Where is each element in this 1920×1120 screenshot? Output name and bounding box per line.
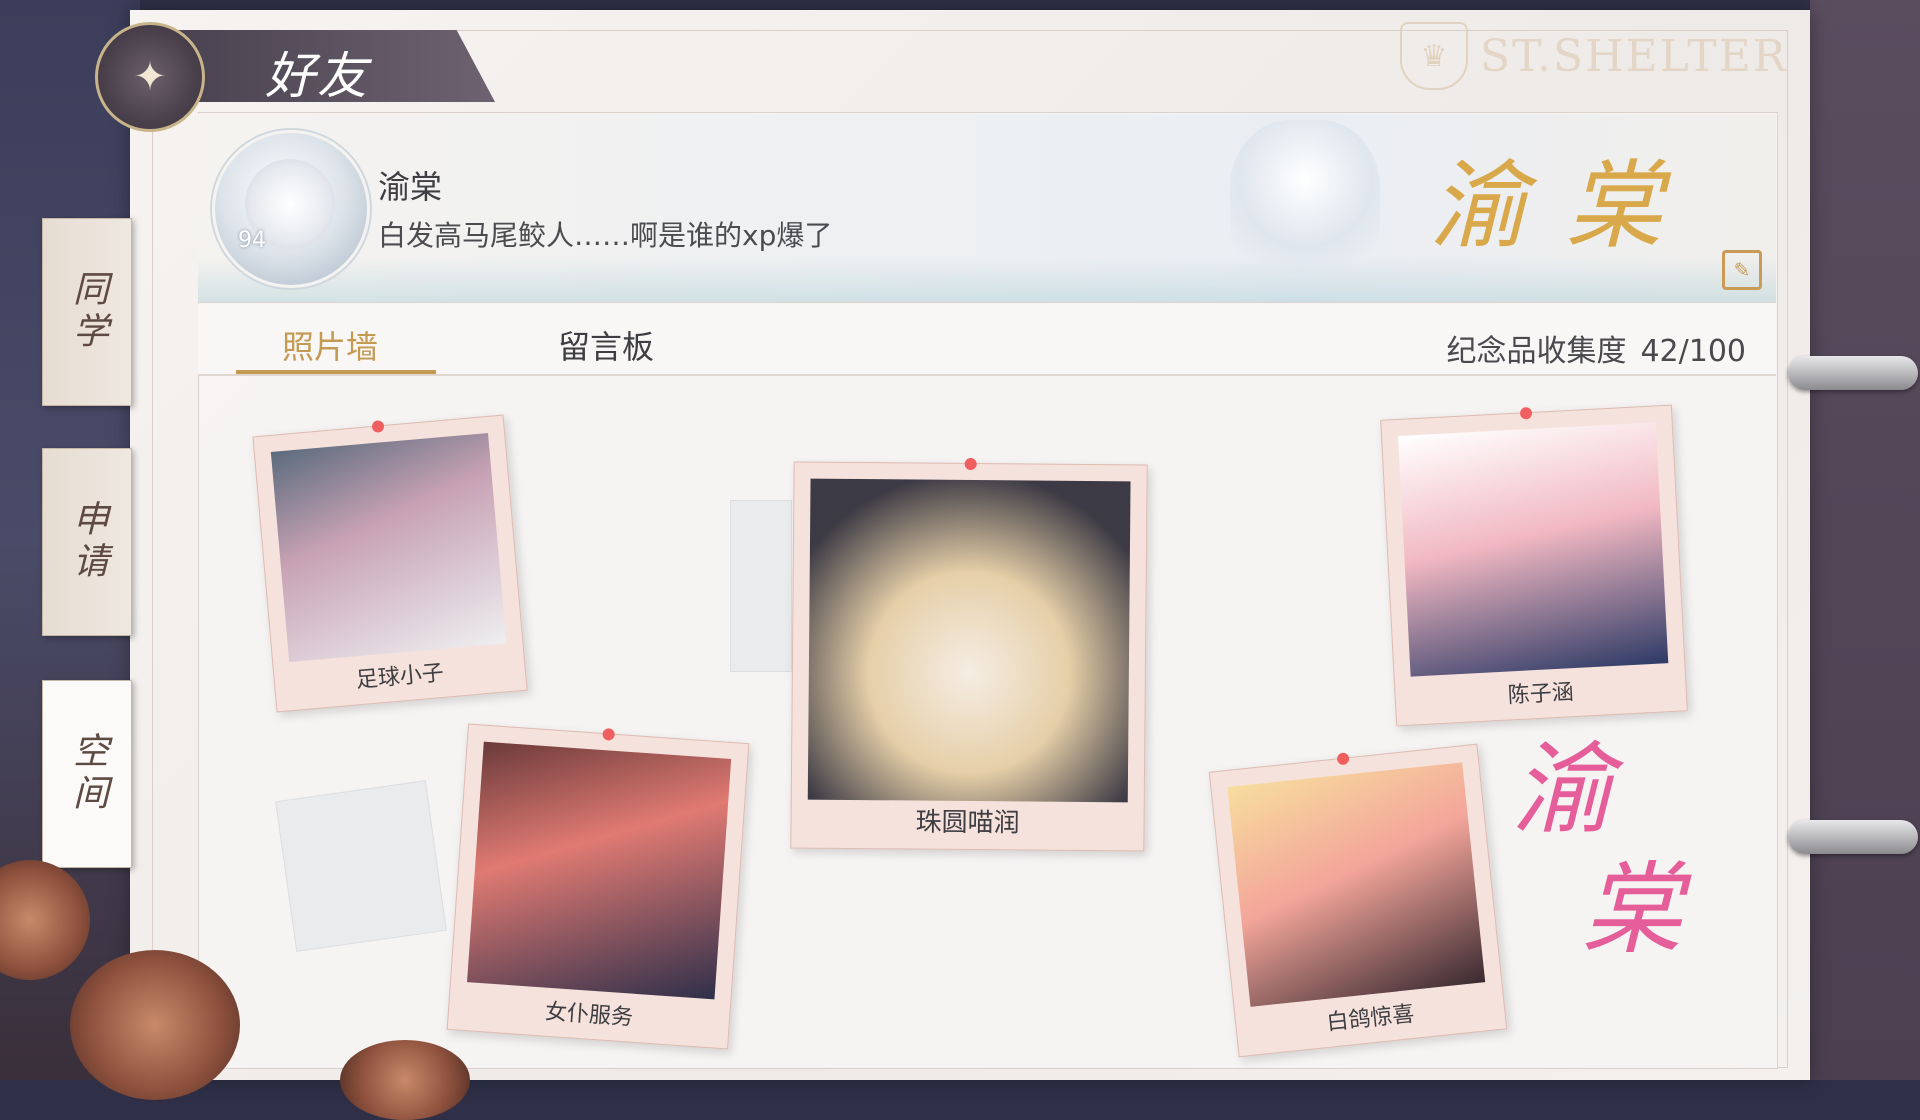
side-tab-classmates[interactable]: 同学 (42, 218, 132, 406)
photo-card[interactable]: 陈子涵 (1380, 404, 1688, 727)
side-tab-requests[interactable]: 申请 (42, 448, 132, 636)
photo-image (270, 432, 507, 663)
photo-caption: 珠圆喵润 (915, 807, 1020, 839)
st-shelter-logo: ♛ ST.SHELTER (1400, 22, 1788, 90)
pin-icon (602, 727, 616, 741)
photo-image (807, 478, 1131, 803)
page-title: 好友 (265, 47, 369, 105)
side-tab-label: 申请 (67, 500, 108, 584)
photo-image (1398, 422, 1669, 677)
tab-message-board[interactable]: 留言板 (558, 322, 654, 368)
rose-decoration (70, 950, 240, 1100)
pin-icon (1336, 752, 1350, 766)
crest-icon: ♛ (1400, 22, 1468, 90)
pink-signature: 渝 棠 (1512, 730, 1732, 970)
banner-calligraphy: 渝棠 (1430, 150, 1702, 262)
pin-icon (1519, 406, 1533, 420)
butterfly-icon[interactable]: ✦ (95, 22, 205, 132)
collection-label: 纪念品收集度 (1446, 334, 1627, 369)
right-background (1810, 0, 1920, 1080)
avatar[interactable] (212, 130, 370, 288)
photo-image (467, 741, 732, 1000)
pin-icon (964, 457, 977, 471)
title-tab: ✦ 好友 (95, 22, 510, 132)
binder-ring-top (1788, 356, 1918, 390)
faded-photo (730, 500, 792, 672)
photo-card[interactable]: 女仆服务 (446, 723, 750, 1050)
side-tab-space[interactable]: 空间 (42, 680, 132, 868)
active-tab-underline (236, 370, 436, 374)
profile-bio: 白发高马尾鲛人……啊是谁的xp爆了 (378, 219, 833, 252)
signature-char: 渝 (1512, 731, 1612, 848)
profile-name: 渝棠 (378, 168, 443, 206)
photo-card[interactable]: 足球小子 (252, 414, 528, 713)
rose-decoration (340, 1040, 470, 1120)
edit-icon[interactable]: ✎ (1722, 250, 1762, 290)
tab-photo-wall[interactable]: 照片墙 (282, 322, 378, 368)
faded-photo (275, 780, 447, 952)
photo-image (1227, 762, 1486, 1007)
banner-character-art (1230, 120, 1380, 290)
photo-caption: 陈子涵 (1507, 680, 1575, 709)
side-tab-label: 同学 (67, 270, 108, 354)
pin-icon (371, 420, 385, 434)
avatar-level: 94 (238, 228, 266, 253)
content-tabs: 照片墙 留言板 纪念品收集度 42/100 (198, 304, 1776, 376)
binder-ring-bottom (1788, 820, 1918, 854)
photo-card[interactable]: 白鸽惊喜 (1208, 743, 1508, 1058)
photo-card[interactable]: 珠圆喵润 (790, 457, 1148, 852)
signature-char: 棠 (1582, 851, 1682, 968)
side-tab-label: 空间 (67, 732, 108, 816)
logo-text: ST.SHELTER (1480, 30, 1788, 82)
collection-progress: 纪念品收集度 42/100 (1446, 326, 1746, 370)
collection-value: 42/100 (1640, 334, 1746, 369)
